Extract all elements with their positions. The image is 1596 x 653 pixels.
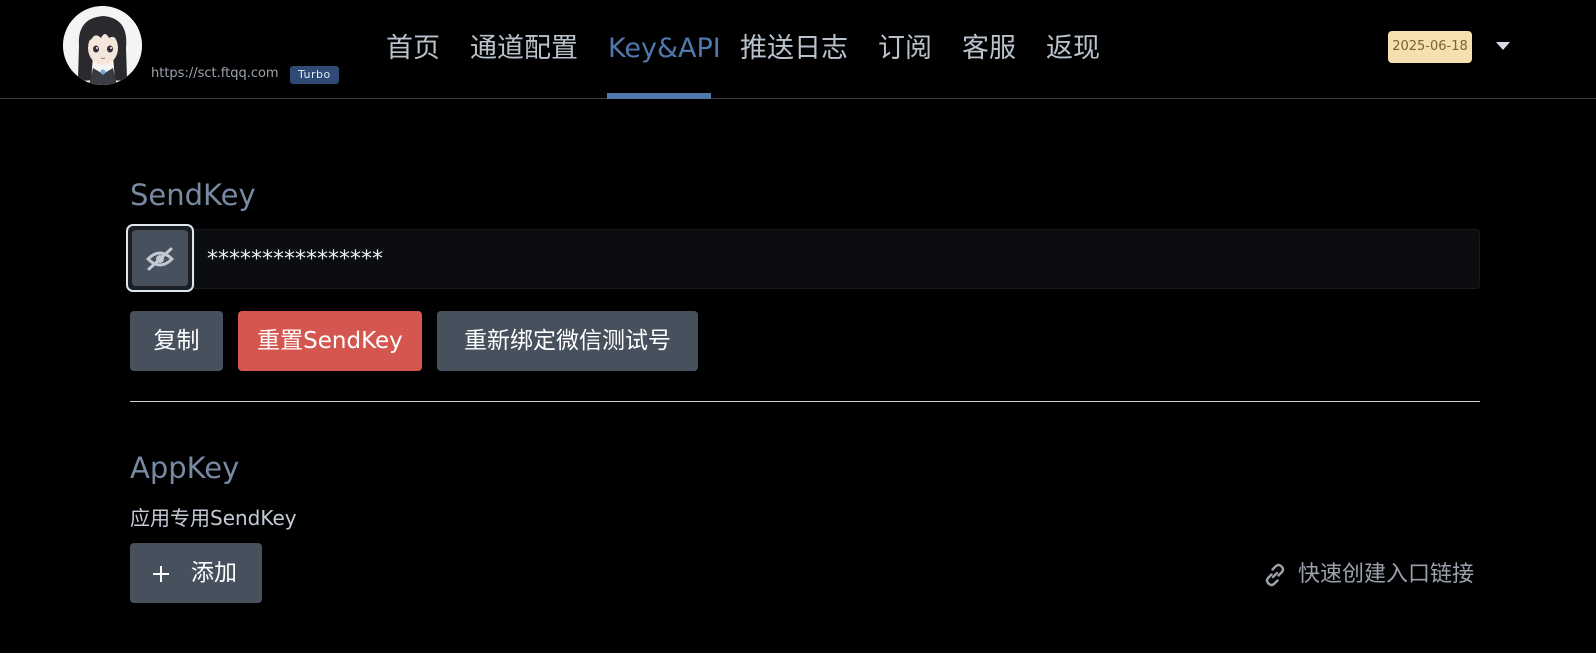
quick-create-link-label: 快速创建入口链接 [1298,562,1475,587]
nav-item-cashback[interactable]: 返现 [1046,30,1100,68]
rebind-wechat-button[interactable]: 重新绑定微信测试号 [437,311,698,371]
active-tab-indicator [607,93,711,99]
appkey-title: AppKey [130,451,240,485]
nav-item-push-log[interactable]: 推送日志 [740,30,848,68]
turbo-badge: Turbo [290,66,339,84]
nav-item-subscribe[interactable]: 订阅 [878,30,932,68]
link-icon [1265,563,1285,587]
page: https://sct.ftqq.com Turbo 首页 通道配置 Key&A… [0,0,1596,653]
chevron-down-icon[interactable] [1496,42,1510,50]
appkey-description: 应用专用SendKey [130,506,297,530]
toggle-visibility-button[interactable] [126,224,194,292]
toggle-visibility-inner [132,230,188,286]
top-header: https://sct.ftqq.com Turbo 首页 通道配置 Key&A… [0,0,1596,99]
copy-button[interactable]: 复制 [130,311,223,371]
reset-sendkey-button[interactable]: 重置SendKey [238,311,422,371]
add-appkey-button[interactable]: 添加 [130,543,262,603]
plus-icon [153,566,169,582]
nav-item-home[interactable]: 首页 [386,30,440,68]
eye-slash-icon [145,247,175,271]
nav-item-key-api[interactable]: Key&API [608,30,721,68]
sendkey-title: SendKey [130,178,256,212]
sendkey-input[interactable] [194,229,1480,289]
date-badge[interactable]: 2025-06-18 [1388,31,1472,63]
nav-item-channel-config[interactable]: 通道配置 [470,30,578,68]
avatar[interactable] [63,6,142,85]
nav-item-support[interactable]: 客服 [962,30,1016,68]
sendkey-field-group [126,224,1480,292]
section-divider [130,401,1480,402]
add-appkey-label: 添加 [191,560,237,586]
site-url[interactable]: https://sct.ftqq.com [151,66,279,81]
anime-avatar-icon [63,6,142,85]
